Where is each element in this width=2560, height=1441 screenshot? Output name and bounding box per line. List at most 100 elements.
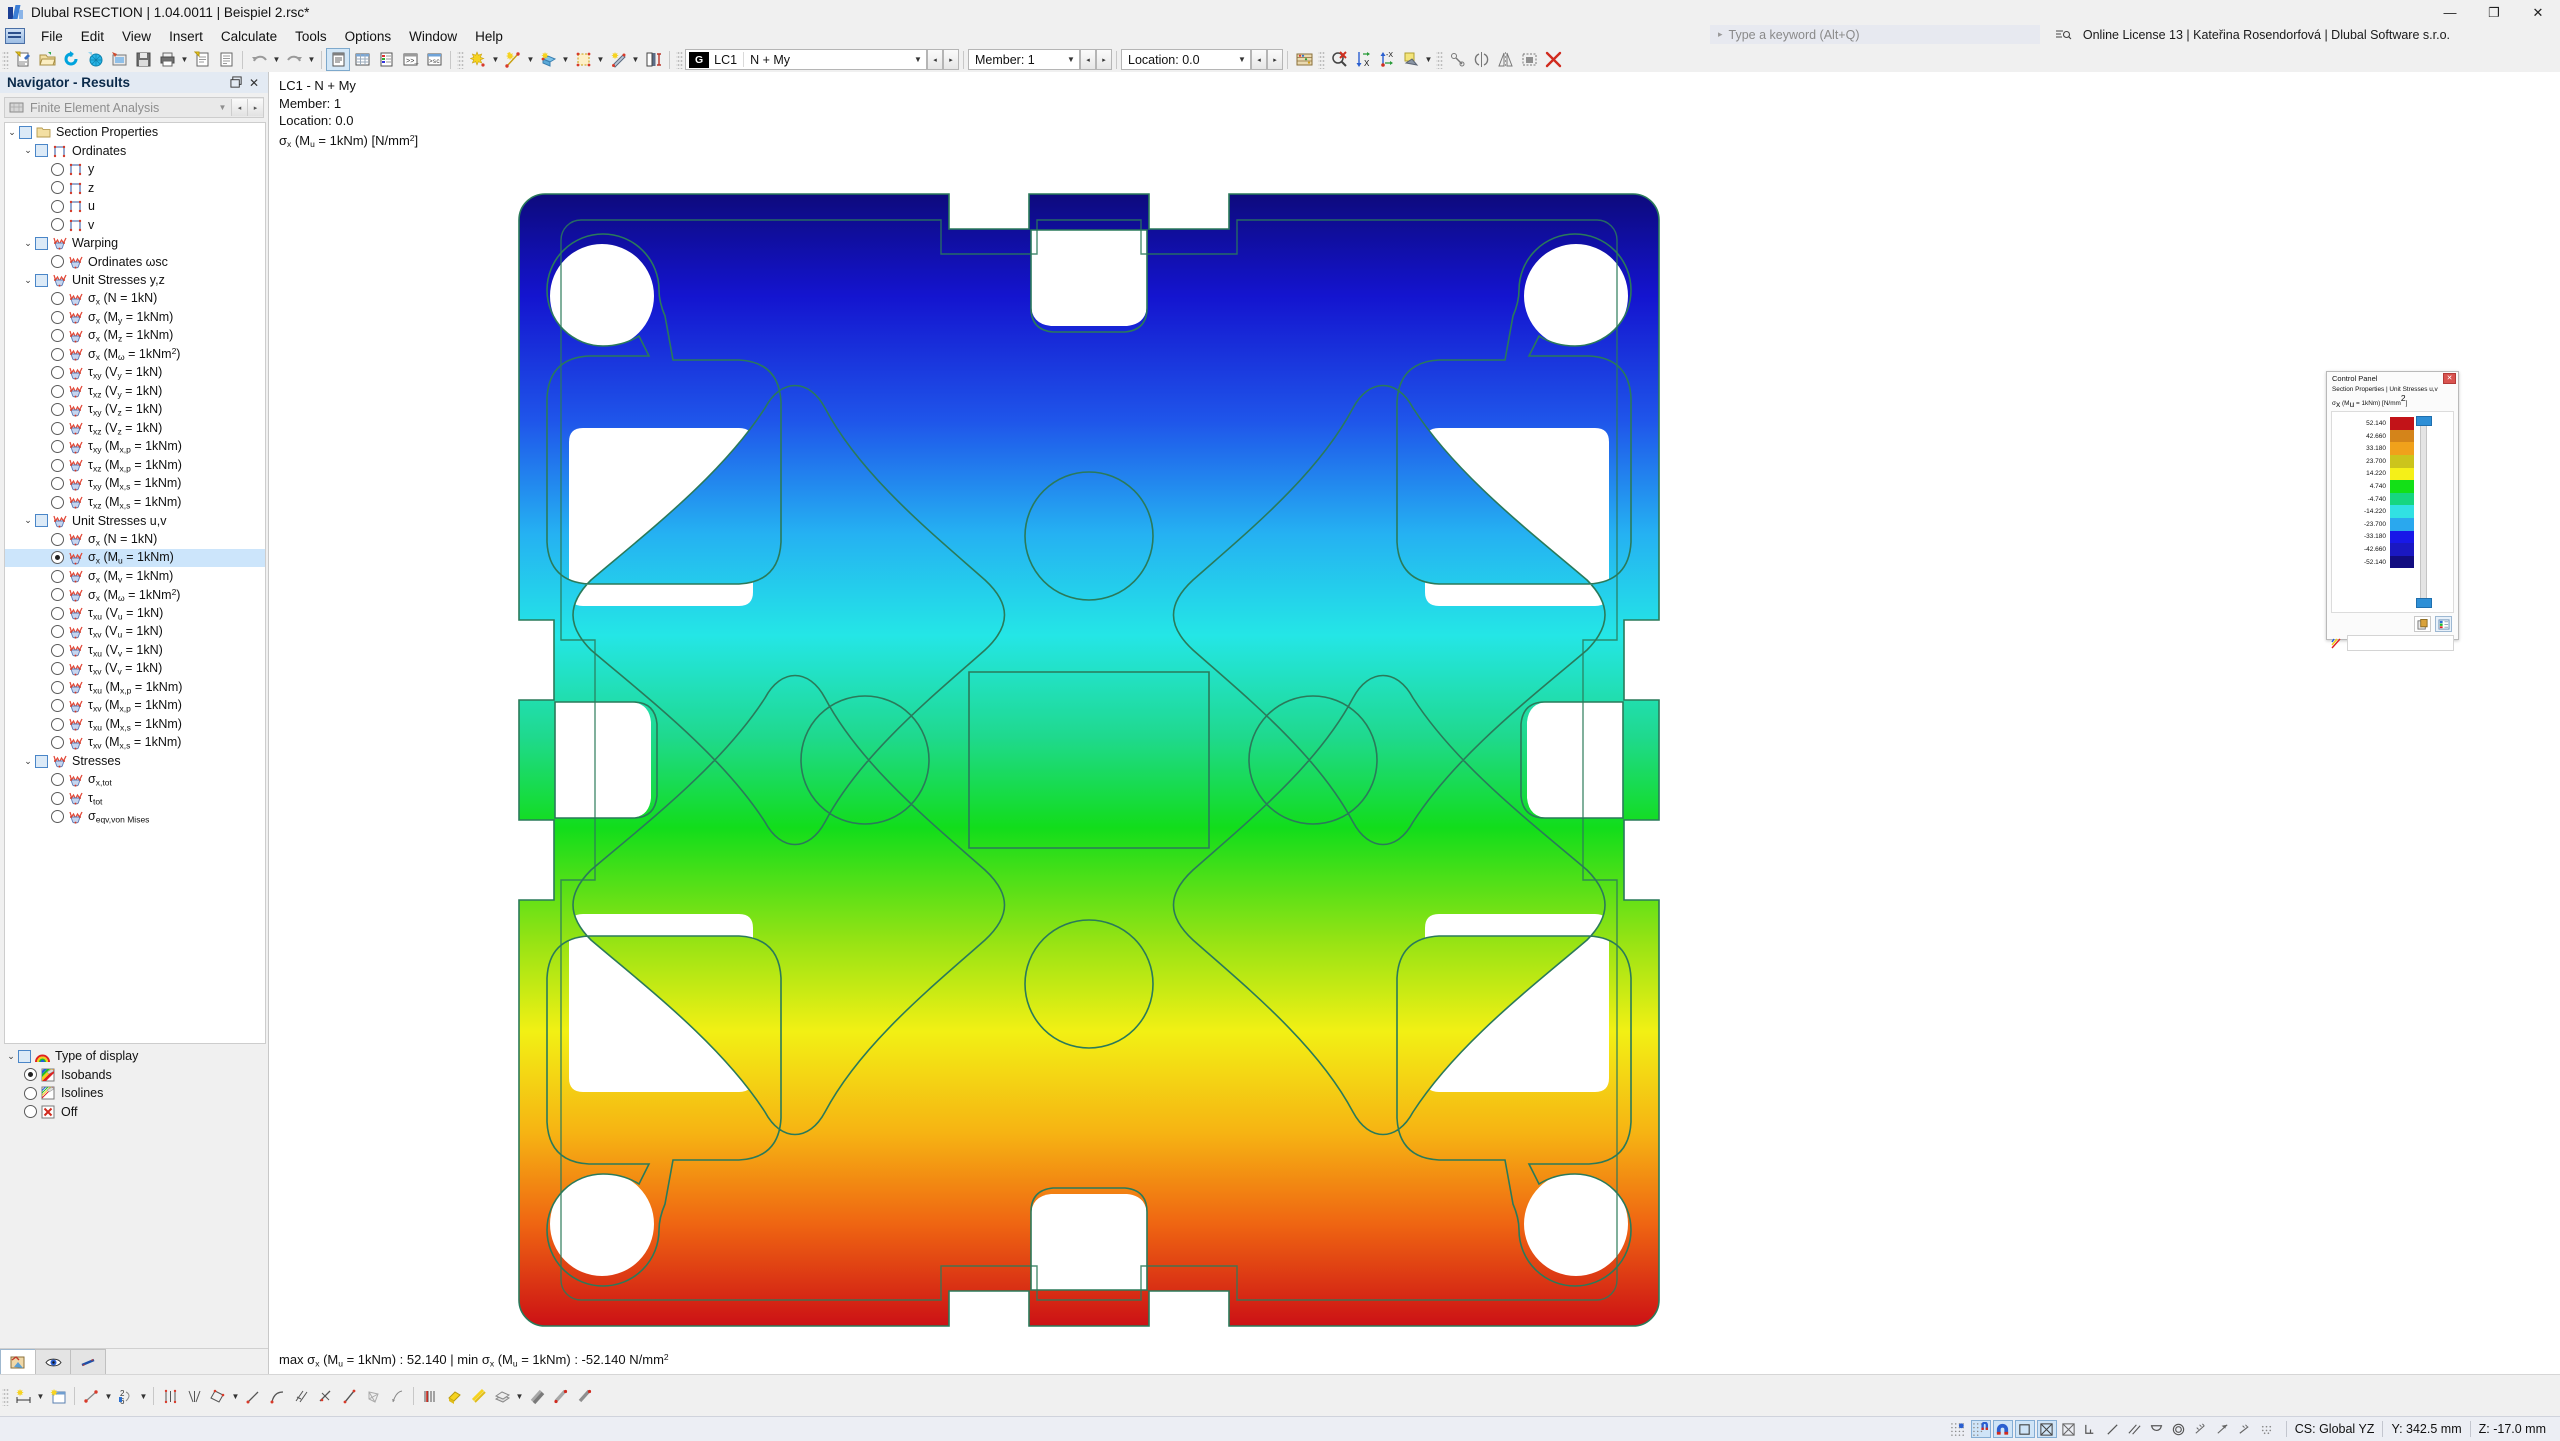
tree-item-row[interactable]: y <box>5 160 265 179</box>
display-option-isolines[interactable]: Isolines <box>4 1084 264 1103</box>
toolbar-grip[interactable] <box>2 50 9 69</box>
panel-colors-button[interactable] <box>2435 616 2452 633</box>
table-panel-button[interactable] <box>350 48 374 71</box>
dimension-dropdown-caret[interactable]: ▼ <box>35 1385 46 1408</box>
bottom-toolbar-grip[interactable] <box>2 1386 9 1406</box>
delete-button[interactable] <box>1541 48 1565 71</box>
new-surface-button[interactable] <box>536 48 560 71</box>
tree-group-row[interactable]: ⌄ Section Properties <box>5 123 265 142</box>
tree-radio[interactable] <box>51 199 64 213</box>
tree-item-row[interactable]: σx,tot <box>5 771 265 790</box>
polygon-dropdown-caret[interactable]: ▼ <box>230 1385 241 1408</box>
dots-snap-button[interactable] <box>2257 1420 2277 1438</box>
bar-1-button[interactable] <box>525 1385 549 1408</box>
tree-item-row[interactable]: τxu (Vu = 1kN) <box>5 604 265 623</box>
point-snap-1-button[interactable] <box>2191 1420 2211 1438</box>
tree-radio[interactable] <box>51 569 64 583</box>
minimize-button[interactable]: — <box>2428 0 2472 25</box>
arc-button[interactable] <box>265 1385 289 1408</box>
new-opening-dropdown-caret[interactable]: ▼ <box>595 48 606 71</box>
tree-group-row[interactable]: ⌄ Unit Stresses u,v <box>5 512 265 531</box>
mesh-button[interactable] <box>361 1385 385 1408</box>
tree-group-row[interactable]: ⌄ Warping <box>5 234 265 253</box>
menu-view[interactable]: View <box>113 27 160 46</box>
toolbar-grip[interactable] <box>676 50 683 69</box>
tree-item-row[interactable]: τxv (Mx,p = 1kNm) <box>5 697 265 716</box>
compare-button[interactable] <box>1469 48 1493 71</box>
tree-item-row[interactable]: τxz (Vy = 1kN) <box>5 382 265 401</box>
undock-icon[interactable] <box>227 74 245 92</box>
save-button[interactable] <box>131 48 155 71</box>
tree-radio[interactable] <box>51 403 64 417</box>
chevron-down-icon[interactable]: ▼ <box>1234 51 1250 68</box>
tree-radio[interactable] <box>51 255 64 269</box>
render-dropdown-caret[interactable]: ▼ <box>1423 48 1434 71</box>
point-snap-2-button[interactable] <box>2213 1420 2233 1438</box>
menu-calculate[interactable]: Calculate <box>212 27 286 46</box>
tree-radio[interactable] <box>51 310 64 324</box>
tree-radio[interactable] <box>51 366 64 380</box>
object-snap-button[interactable] <box>1992 1420 2013 1438</box>
dimension-button[interactable] <box>11 1385 35 1408</box>
vertical-lines-button[interactable] <box>158 1385 182 1408</box>
navigator-panel-button[interactable] <box>326 48 350 71</box>
new-line-dropdown-caret[interactable]: ▼ <box>525 48 536 71</box>
pick-button[interactable] <box>385 1385 409 1408</box>
numbering-dropdown-caret[interactable]: ▼ <box>138 1385 149 1408</box>
numbering-button[interactable]: 26 <box>114 1385 138 1408</box>
parallel-button[interactable] <box>289 1385 313 1408</box>
tree-item-row[interactable]: τxv (Mx,s = 1kNm) <box>5 734 265 753</box>
tree-checkbox[interactable] <box>19 125 32 139</box>
toolbar-grip[interactable] <box>1436 50 1443 69</box>
keyword-search-input[interactable]: ▸ Type a keyword (Alt+Q) <box>1710 25 2040 44</box>
new-opening-button[interactable] <box>571 48 595 71</box>
line-snap-button[interactable] <box>2103 1420 2123 1438</box>
undo-dropdown-caret[interactable]: ▼ <box>271 48 282 71</box>
display-option-isobands[interactable]: Isobands <box>4 1066 264 1085</box>
ortho-button[interactable] <box>2014 1420 2035 1438</box>
new-point-button[interactable] <box>466 48 490 71</box>
tree-radio[interactable] <box>51 606 64 620</box>
member-prev-button[interactable]: ◂ <box>1080 49 1096 70</box>
tree-radio[interactable] <box>51 588 64 602</box>
tree-item-row[interactable]: τxu (Vv = 1kN) <box>5 641 265 660</box>
circle-snap-button[interactable] <box>2169 1420 2189 1438</box>
tree-checkbox[interactable] <box>35 144 48 158</box>
tree-item-row[interactable]: τxu (Mx,s = 1kNm) <box>5 715 265 734</box>
print-dropdown-caret[interactable]: ▼ <box>179 48 190 71</box>
print-button[interactable] <box>155 48 179 71</box>
chevron-down-icon[interactable]: ⌄ <box>21 271 35 289</box>
open-button[interactable] <box>35 48 59 71</box>
legend-slider-thumb-max[interactable] <box>2416 416 2432 427</box>
tab-display[interactable] <box>70 1349 106 1374</box>
stack-dropdown-caret[interactable]: ▼ <box>514 1385 525 1408</box>
analysis-next-button[interactable]: ▸ <box>247 99 263 116</box>
grid-button[interactable] <box>1949 1420 1969 1438</box>
surface-yellow-2-button[interactable] <box>466 1385 490 1408</box>
tree-radio[interactable] <box>51 680 64 694</box>
corner-button[interactable] <box>2081 1420 2101 1438</box>
control-panel-close-button[interactable]: ✕ <box>2443 372 2456 384</box>
arc-snap-button[interactable] <box>2147 1420 2167 1438</box>
control-panel-footer-field[interactable] <box>2347 635 2454 652</box>
tree-group-row[interactable]: ⌄ Ordinates <box>5 142 265 161</box>
tree-item-row[interactable]: τxz (Vz = 1kN) <box>5 419 265 438</box>
hide-results-button[interactable] <box>1327 48 1351 71</box>
analysis-type-combo[interactable]: Finite Element Analysis ▼ ◂ ▸ <box>4 97 264 118</box>
undo-button[interactable] <box>247 48 271 71</box>
tree-radio[interactable] <box>51 421 64 435</box>
new-model-button[interactable] <box>11 48 35 71</box>
measure-button[interactable] <box>1445 48 1469 71</box>
tree-item-row[interactable]: σx (Mu = 1kNm) <box>5 548 265 567</box>
reload-button[interactable] <box>59 48 83 71</box>
tree-radio[interactable] <box>51 791 64 805</box>
isobands-radio[interactable] <box>24 1068 37 1082</box>
location-combo[interactable]: Location: 0.0 ▼ <box>1121 49 1251 70</box>
menu-window[interactable]: Window <box>400 27 466 46</box>
tree-radio[interactable] <box>51 810 64 824</box>
tree-checkbox[interactable] <box>35 273 48 287</box>
point-snap-3-button[interactable] <box>2235 1420 2255 1438</box>
legend-slider-track[interactable] <box>2420 418 2427 607</box>
tree-radio[interactable] <box>51 347 64 361</box>
tree-checkbox[interactable] <box>35 514 48 528</box>
